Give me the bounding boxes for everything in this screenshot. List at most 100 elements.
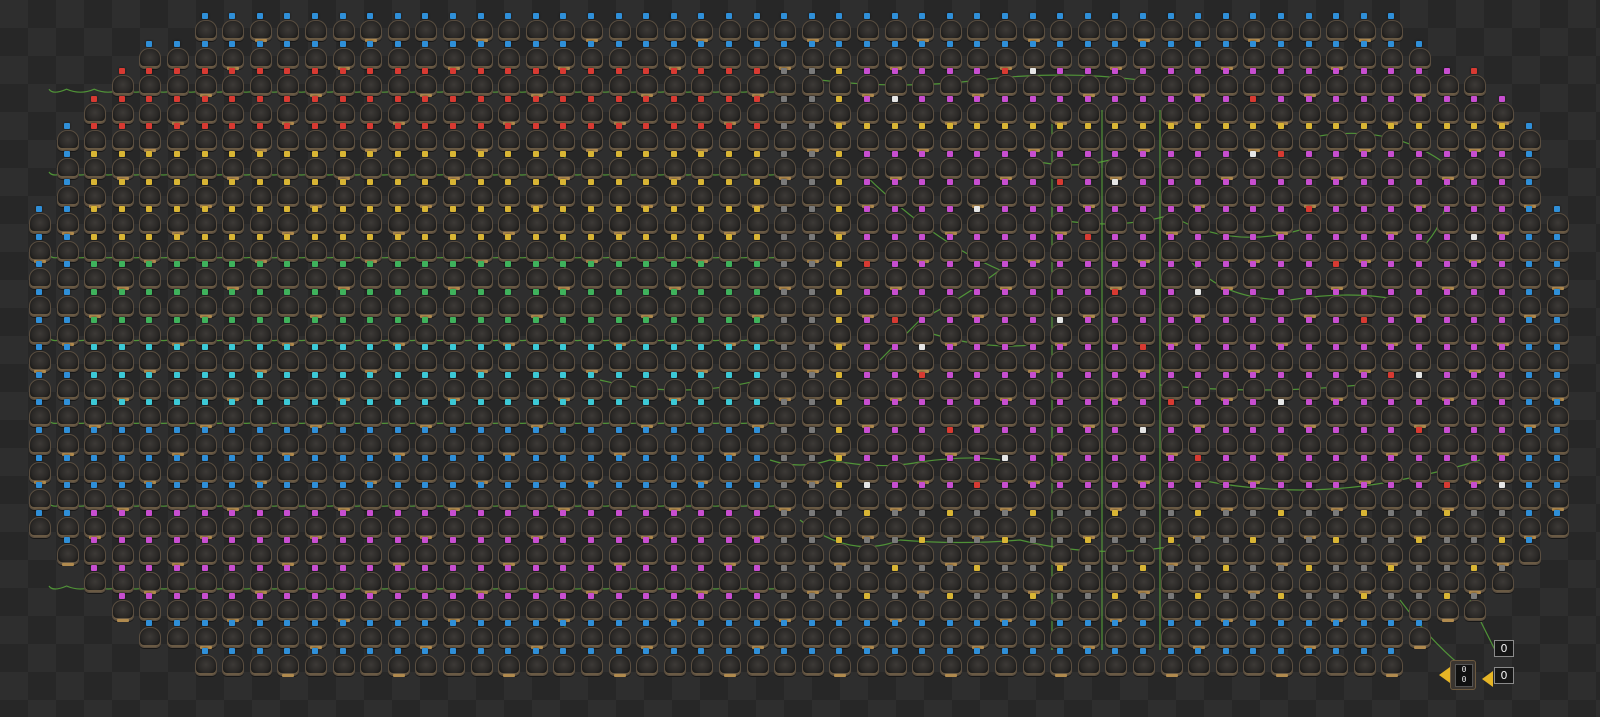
small-lamp-icon[interactable] [1299,462,1321,483]
small-lamp-icon[interactable] [1409,544,1431,565]
small-lamp-icon[interactable] [664,655,686,676]
small-lamp-icon[interactable] [443,75,465,96]
small-lamp-icon[interactable] [802,489,824,510]
small-lamp-icon[interactable] [747,600,769,621]
small-lamp-icon[interactable] [885,268,907,290]
small-lamp-icon[interactable] [139,75,161,96]
small-lamp-icon[interactable] [57,406,79,427]
small-lamp-icon[interactable] [1354,20,1376,42]
small-lamp-icon[interactable] [1299,268,1321,289]
small-lamp-icon[interactable] [829,268,851,289]
small-lamp-icon[interactable] [1326,324,1348,345]
small-lamp-icon[interactable] [581,517,603,538]
small-lamp-icon[interactable] [1050,48,1072,69]
small-lamp-icon[interactable] [1271,489,1293,510]
small-lamp-icon[interactable] [526,544,548,565]
small-lamp-icon[interactable] [912,186,934,207]
small-lamp-icon[interactable] [526,655,548,676]
small-lamp-icon[interactable] [995,268,1017,290]
small-lamp-icon[interactable] [112,379,134,401]
small-lamp-icon[interactable] [995,600,1017,622]
small-lamp-icon[interactable] [471,462,493,484]
small-lamp-icon[interactable] [912,158,934,179]
small-lamp-icon[interactable] [139,213,161,234]
small-lamp-icon[interactable] [1188,600,1210,621]
small-lamp-icon[interactable] [195,379,217,400]
small-lamp-icon[interactable] [305,517,327,539]
small-lamp-icon[interactable] [498,296,520,317]
small-lamp-icon[interactable] [443,600,465,622]
small-lamp-icon[interactable] [1133,241,1155,263]
small-lamp-icon[interactable] [1188,517,1210,539]
small-lamp-icon[interactable] [1381,655,1403,677]
small-lamp-icon[interactable] [1243,158,1265,179]
small-lamp-icon[interactable] [664,130,686,151]
small-lamp-icon[interactable] [1381,379,1403,400]
small-lamp-icon[interactable] [581,268,603,289]
small-lamp-icon[interactable] [1354,186,1376,207]
small-lamp-icon[interactable] [443,351,465,372]
small-lamp-icon[interactable] [1299,379,1321,400]
small-lamp-icon[interactable] [1299,296,1321,318]
small-lamp-icon[interactable] [609,20,631,41]
small-lamp-icon[interactable] [250,48,272,69]
small-lamp-icon[interactable] [912,268,934,289]
small-lamp-icon[interactable] [774,20,796,41]
small-lamp-icon[interactable] [636,489,658,510]
small-lamp-icon[interactable] [719,517,741,538]
small-lamp-icon[interactable] [1161,462,1183,483]
small-lamp-icon[interactable] [1216,186,1238,207]
small-lamp-icon[interactable] [1188,213,1210,234]
small-lamp-icon[interactable] [305,655,327,676]
small-lamp-icon[interactable] [1023,20,1045,42]
small-lamp-icon[interactable] [388,324,410,346]
small-lamp-icon[interactable] [1078,213,1100,234]
small-lamp-icon[interactable] [719,655,741,677]
small-lamp-icon[interactable] [609,655,631,677]
small-lamp-icon[interactable] [1243,103,1265,124]
small-lamp-icon[interactable] [912,572,934,594]
small-lamp-icon[interactable] [1299,517,1321,539]
small-lamp-icon[interactable] [167,517,189,538]
small-lamp-icon[interactable] [719,627,741,648]
small-lamp-icon[interactable] [1326,572,1348,593]
small-lamp-icon[interactable] [471,351,493,373]
small-lamp-icon[interactable] [1161,434,1183,456]
small-lamp-icon[interactable] [747,186,769,208]
small-lamp-icon[interactable] [1464,600,1486,621]
small-lamp-icon[interactable] [609,462,631,483]
small-lamp-icon[interactable] [636,296,658,318]
small-lamp-icon[interactable] [1492,268,1514,289]
small-lamp-icon[interactable] [498,268,520,289]
small-lamp-icon[interactable] [636,213,658,234]
small-lamp-icon[interactable] [250,406,272,427]
small-lamp-icon[interactable] [553,48,575,70]
small-lamp-icon[interactable] [857,600,879,621]
small-lamp-icon[interactable] [360,627,382,648]
small-lamp-icon[interactable] [1519,130,1541,151]
small-lamp-icon[interactable] [222,462,244,483]
small-lamp-icon[interactable] [222,186,244,207]
small-lamp-icon[interactable] [112,241,134,262]
small-lamp-icon[interactable] [1023,572,1045,594]
small-lamp-icon[interactable] [609,379,631,400]
small-lamp-icon[interactable] [222,627,244,648]
small-lamp-icon[interactable] [388,600,410,621]
small-lamp-icon[interactable] [360,130,382,152]
small-lamp-icon[interactable] [222,406,244,427]
small-lamp-icon[interactable] [1105,213,1127,234]
small-lamp-icon[interactable] [857,103,879,124]
small-lamp-icon[interactable] [1188,324,1210,345]
small-lamp-icon[interactable] [112,158,134,180]
small-lamp-icon[interactable] [1547,379,1569,401]
small-lamp-icon[interactable] [277,572,299,593]
small-lamp-icon[interactable] [664,213,686,234]
small-lamp-icon[interactable] [802,351,824,373]
small-lamp-icon[interactable] [1188,462,1210,483]
small-lamp-icon[interactable] [167,379,189,400]
small-lamp-icon[interactable] [967,324,989,345]
small-lamp-icon[interactable] [1409,130,1431,151]
small-lamp-icon[interactable] [167,268,189,289]
small-lamp-icon[interactable] [553,268,575,290]
small-lamp-icon[interactable] [1133,158,1155,179]
